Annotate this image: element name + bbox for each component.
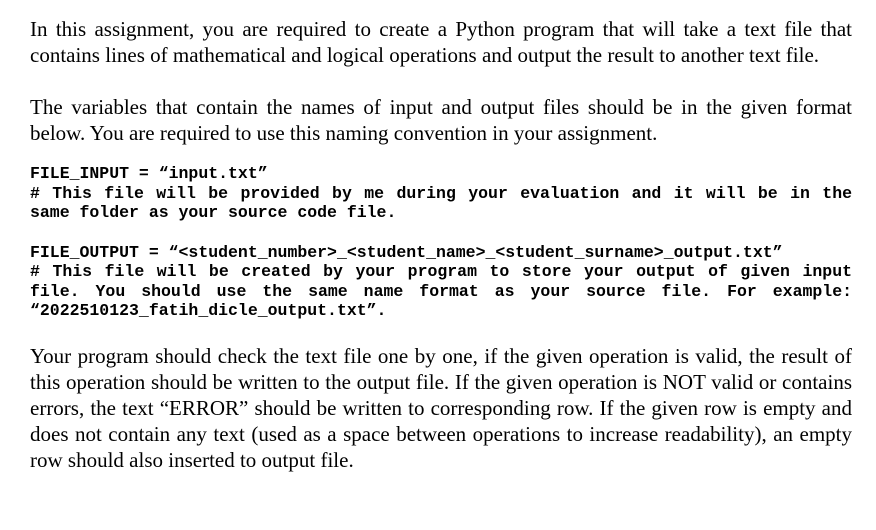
naming-paragraph: The variables that contain the names of … [30, 95, 852, 145]
output-file-code-block: FILE_OUTPUT = “<student_number>_<student… [30, 243, 852, 321]
behavior-paragraph: Your program should check the text file … [30, 343, 852, 472]
file-output-comment: # This file will be created by your prog… [30, 262, 852, 320]
input-file-code-block: FILE_INPUT = “input.txt” # This file wil… [30, 164, 852, 223]
file-input-comment: # This file will be provided by me durin… [30, 183, 852, 223]
file-input-declaration: FILE_INPUT = “input.txt” [30, 164, 268, 183]
file-output-declaration: FILE_OUTPUT = “<student_number>_<student… [30, 242, 783, 262]
assignment-document: In this assignment, you are required to … [30, 16, 852, 473]
intro-paragraph: In this assignment, you are required to … [30, 17, 852, 67]
